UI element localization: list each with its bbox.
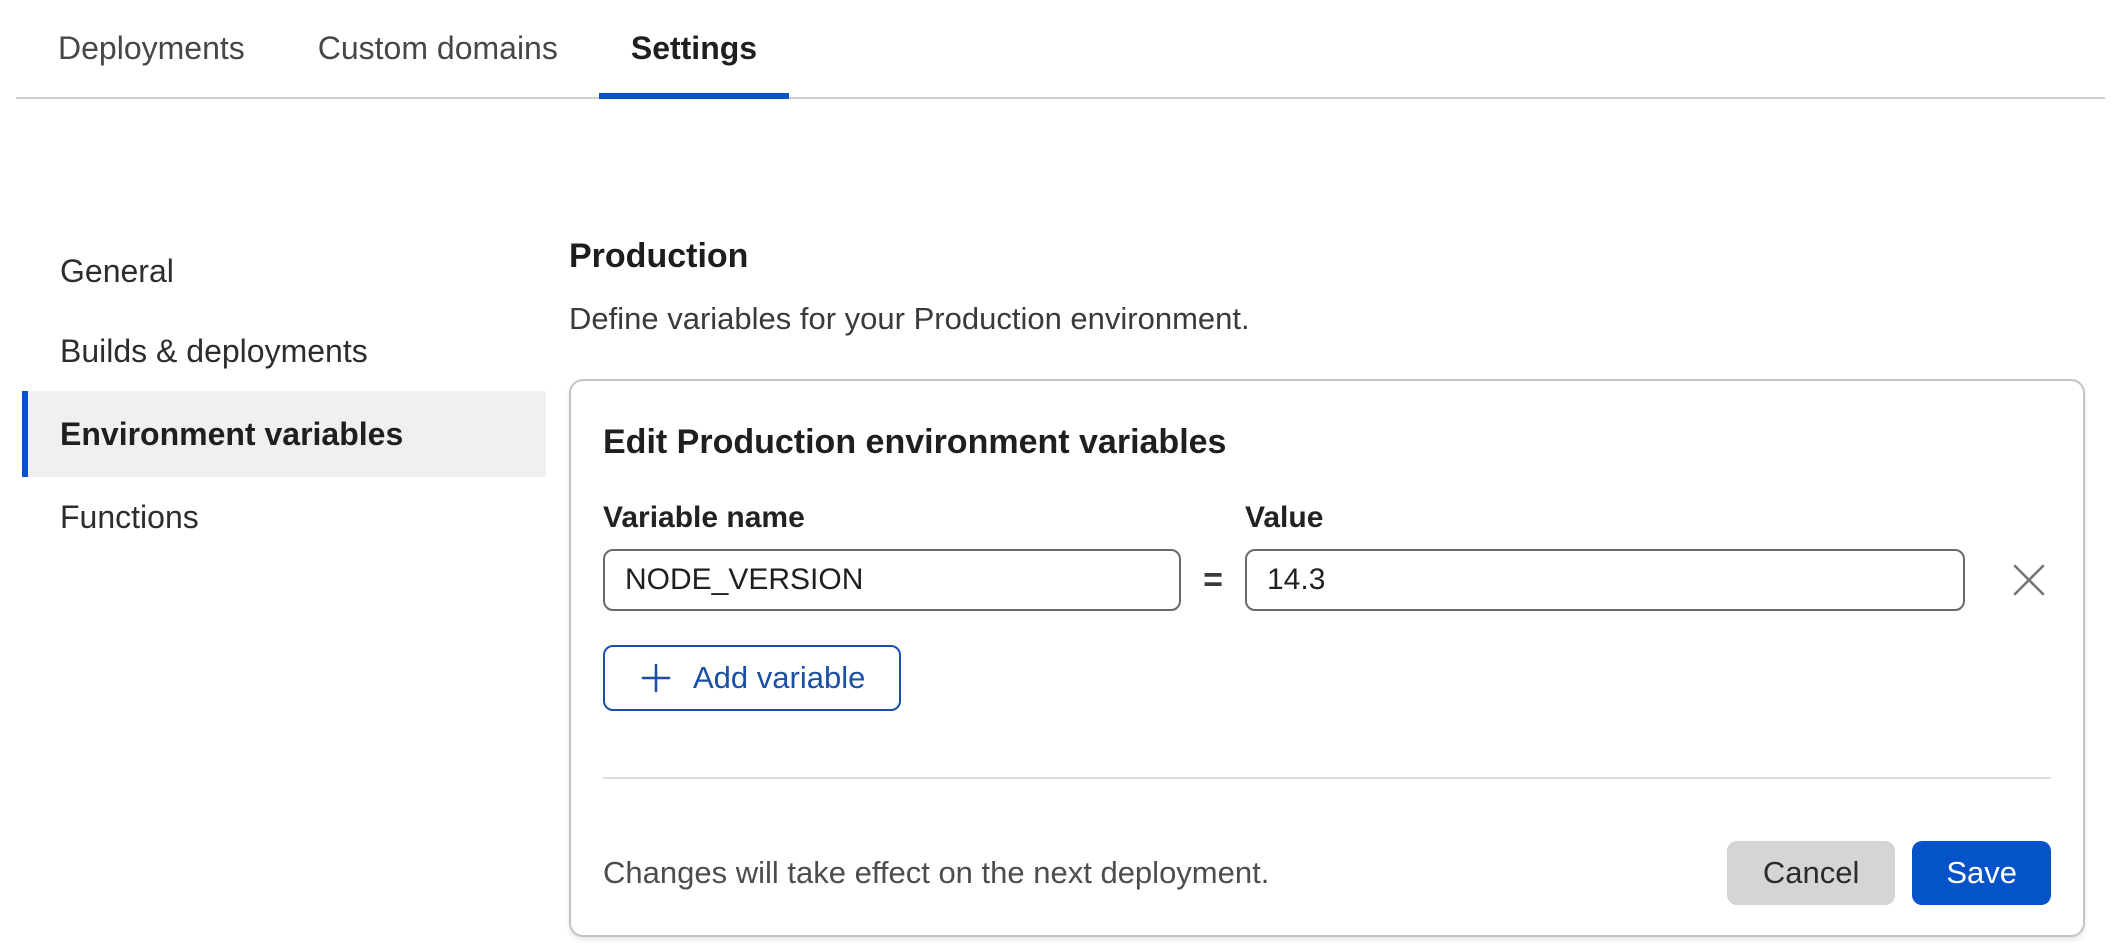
plus-icon: [639, 661, 673, 695]
tab-deployments[interactable]: Deployments: [26, 0, 277, 97]
variable-name-label: Variable name: [603, 501, 1181, 535]
page-subtitle: Define variables for your Production env…: [569, 301, 2085, 337]
sidebar-item-builds-deployments[interactable]: Builds & deployments: [22, 311, 546, 391]
tab-label: Settings: [631, 30, 757, 67]
card-divider: [603, 777, 2051, 779]
tab-label: Deployments: [58, 30, 245, 67]
remove-variable-button[interactable]: [2007, 558, 2051, 602]
sidebar-item-label: Functions: [60, 499, 199, 536]
sidebar-item-general[interactable]: General: [22, 231, 546, 311]
main-content: Production Define variables for your Pro…: [569, 231, 2121, 937]
settings-layout: General Builds & deployments Environment…: [0, 231, 2121, 937]
variables-grid: Variable name Value =: [603, 501, 2051, 611]
sidebar-item-label: General: [60, 253, 174, 290]
tab-custom-domains[interactable]: Custom domains: [286, 0, 590, 97]
sidebar-item-label: Environment variables: [60, 416, 403, 453]
cancel-button[interactable]: Cancel: [1727, 841, 1896, 905]
equals-sign: =: [1181, 561, 1245, 600]
value-label: Value: [1245, 501, 1965, 535]
environment-variables-card: Edit Production environment variables Va…: [569, 379, 2085, 937]
deployment-note: Changes will take effect on the next dep…: [603, 855, 1727, 891]
sidebar-item-environment-variables[interactable]: Environment variables: [22, 391, 546, 477]
save-button[interactable]: Save: [1912, 841, 2051, 905]
sidebar-item-label: Builds & deployments: [60, 333, 368, 370]
card-footer: Changes will take effect on the next dep…: [603, 841, 2051, 905]
variable-name-input[interactable]: [603, 549, 1181, 611]
tab-settings[interactable]: Settings: [599, 0, 789, 97]
tab-bar: Deployments Custom domains Settings: [16, 0, 2105, 99]
add-variable-button[interactable]: Add variable: [603, 645, 901, 711]
variable-value-input[interactable]: [1245, 549, 1965, 611]
page-title: Production: [569, 237, 2085, 275]
card-title: Edit Production environment variables: [603, 423, 2051, 461]
close-icon: [2011, 562, 2047, 598]
sidebar-item-functions[interactable]: Functions: [22, 477, 546, 557]
settings-sidebar: General Builds & deployments Environment…: [0, 231, 546, 937]
add-variable-label: Add variable: [693, 660, 865, 696]
tab-label: Custom domains: [318, 30, 558, 67]
